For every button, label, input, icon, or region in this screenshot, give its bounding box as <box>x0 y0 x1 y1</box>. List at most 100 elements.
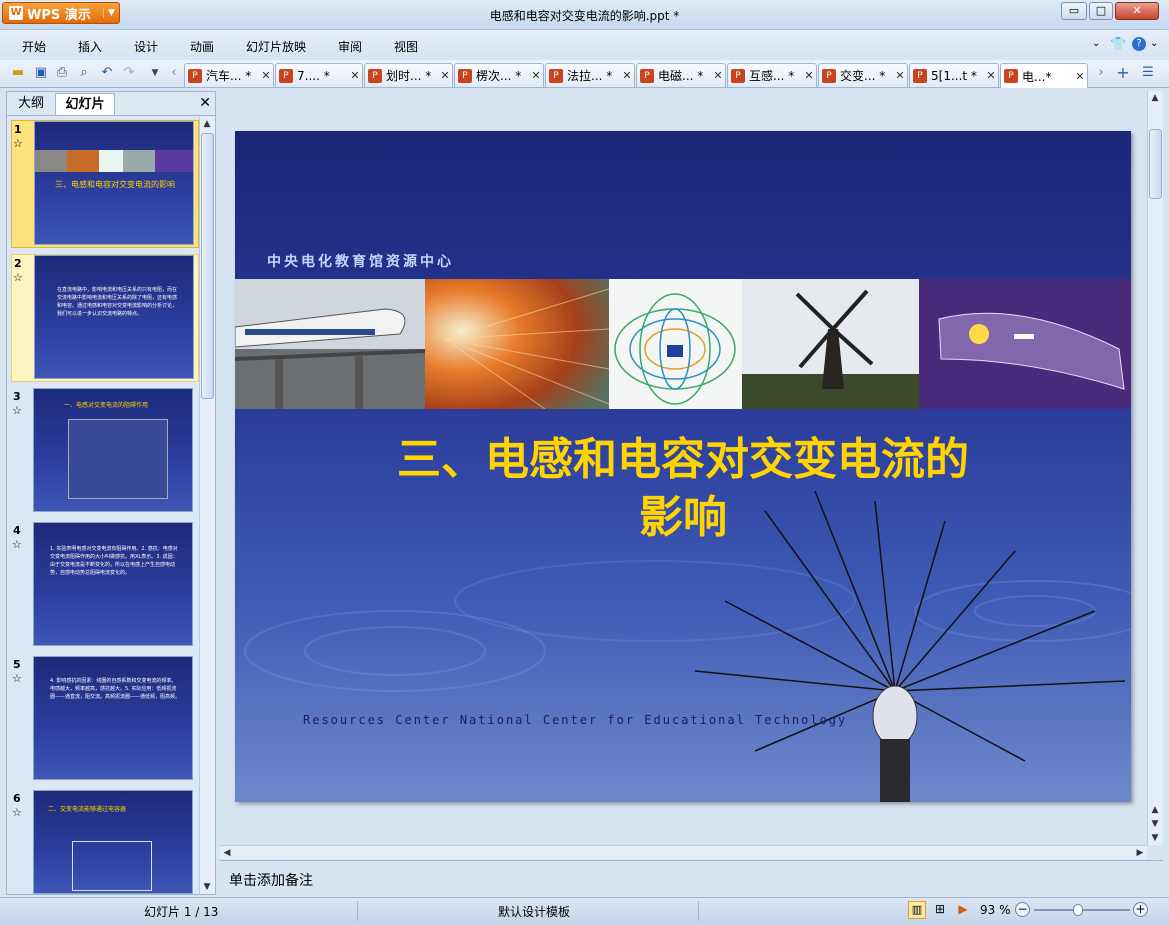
thumbnail-text: 4. 影响感抗的因素：线圈的自感系数和交变电流的频率。电感越大，频率越高，感抗越… <box>50 678 181 700</box>
slide-thumbnail[interactable]: 6 ☆ 二、交变电流能够通过电容器 <box>11 790 199 894</box>
close-tab-icon[interactable]: ✕ <box>259 69 273 82</box>
print-icon[interactable]: ⎙ <box>54 65 70 81</box>
close-tab-icon[interactable]: ✕ <box>438 69 452 82</box>
close-button[interactable]: ✕ <box>1115 2 1159 20</box>
slide-thumbnail[interactable]: 4 ☆ 1. 实验表明电感对交变电流有阻碍作用。2. 感抗：电感对交变电流阻碍作… <box>11 522 199 650</box>
menu-slideshow[interactable]: 幻灯片放映 <box>246 38 306 55</box>
menu-bar: 开始 插入 设计 动画 幻灯片放映 审阅 视图 ⌄ 👕 ? ⌄ <box>0 30 1169 60</box>
scroll-right-icon[interactable]: ▶ <box>1133 846 1147 860</box>
notes-pane[interactable]: 单击添加备注 <box>220 860 1163 894</box>
scroll-tabs-left-icon[interactable]: ‹ <box>166 65 182 81</box>
thumbnail-image: 4. 影响感抗的因素：线圈的自感系数和交变电流的频率。电感越大，频率越高，感抗越… <box>33 656 193 780</box>
menu-home[interactable]: 开始 <box>22 38 46 55</box>
ppt-file-icon: P <box>1004 69 1018 83</box>
star-icon: ☆ <box>13 271 23 284</box>
slides-panel: 大纲 幻灯片 ✕ 1 ☆ 三、电感和电容对交变电流的影响 2 ☆ 在直流电路中，… <box>6 91 216 895</box>
close-panel-icon[interactable]: ✕ <box>199 95 211 111</box>
slide-header-text: 中央电化教育馆资源中心 <box>267 254 454 270</box>
menu-design[interactable]: 设计 <box>134 38 158 55</box>
scrollbar-thumb[interactable] <box>1149 129 1162 199</box>
save-icon[interactable]: ▣ <box>33 65 49 81</box>
slide-number: 6 <box>13 792 21 805</box>
skin-icon[interactable]: 👕 <box>1110 37 1126 52</box>
current-slide[interactable]: 中央电化教育馆资源中心 三、电感和电容对交变电流的 影响 Resources C… <box>235 131 1131 802</box>
scroll-down-icon[interactable]: ▼ <box>1148 817 1162 831</box>
normal-view-icon[interactable]: ▥ <box>908 901 926 919</box>
scroll-down-icon[interactable]: ▼ <box>200 880 214 894</box>
doc-tab[interactable]: P 汽车... * ✕ <box>184 63 274 87</box>
ppt-file-icon: P <box>549 68 563 83</box>
optical-fiber-image <box>425 279 609 409</box>
slide-thumbnail[interactable]: 1 ☆ 三、电感和电容对交变电流的影响 <box>11 120 199 248</box>
zoom-in-icon[interactable]: + <box>1133 902 1148 917</box>
menu-insert[interactable]: 插入 <box>78 38 102 55</box>
undo-icon[interactable]: ↶ <box>99 65 115 81</box>
slide-thumbnail[interactable]: 3 ☆ 一、电感对交变电流的阻碍作用 <box>11 388 199 516</box>
doc-tab[interactable]: P 楞次... * ✕ <box>454 63 544 87</box>
slide-number: 1 <box>14 123 22 136</box>
thumbnail-image: 1. 实验表明电感对交变电流有阻碍作用。2. 感抗：电感对交变电流阻碍作用的大小… <box>33 522 193 646</box>
scroll-tabs-right-icon[interactable]: › <box>1093 65 1109 81</box>
close-tab-icon[interactable]: ✕ <box>893 69 907 82</box>
print-preview-icon[interactable]: ⌕ <box>76 65 92 81</box>
scroll-down-icon[interactable]: ▼ <box>1148 831 1162 845</box>
close-tab-icon[interactable]: ✕ <box>348 69 362 82</box>
slide-sorter-icon[interactable]: ⊞ <box>931 901 949 919</box>
menu-view[interactable]: 视图 <box>394 38 418 55</box>
scroll-up-icon[interactable]: ▲ <box>1148 803 1162 817</box>
thumbnail-text: 三、电感和电容对交变电流的影响 <box>55 180 175 189</box>
thumbnail-text: 一、电感对交变电流的阻碍作用 <box>64 402 149 409</box>
ppt-file-icon: P <box>640 68 654 83</box>
doc-tab[interactable]: P 5[1...t * ✕ <box>909 63 999 87</box>
close-tab-icon[interactable]: ✕ <box>802 69 816 82</box>
doc-tab[interactable]: P 7.... * ✕ <box>275 63 363 87</box>
close-tab-icon[interactable]: ✕ <box>620 69 634 82</box>
minimize-button[interactable]: ▭ <box>1061 2 1087 20</box>
tab-outline[interactable]: 大纲 <box>9 93 53 115</box>
doc-tab[interactable]: P 互感... * ✕ <box>727 63 817 87</box>
chevron-down-icon[interactable]: ⌄ <box>1150 38 1158 49</box>
menu-review[interactable]: 审阅 <box>338 38 362 55</box>
ppt-file-icon: P <box>188 68 202 83</box>
slide-counter: 幻灯片 1 / 13 <box>144 905 219 919</box>
open-folder-icon[interactable]: ▬ <box>10 65 26 81</box>
zoom-level[interactable]: 93 % <box>980 903 1011 917</box>
tab-slides[interactable]: 幻灯片 <box>55 93 115 115</box>
close-tab-icon[interactable]: ✕ <box>1073 70 1087 83</box>
zoom-slider-handle[interactable] <box>1073 904 1083 916</box>
tab-list-icon[interactable]: ☰ <box>1140 65 1156 81</box>
menu-animation[interactable]: 动画 <box>190 38 214 55</box>
slideshow-icon[interactable]: ▶ <box>954 901 972 919</box>
scroll-up-icon[interactable]: ▲ <box>1148 91 1162 105</box>
magnetic-field-lines-image <box>609 279 742 409</box>
doc-tab[interactable]: P 电磁... * ✕ <box>636 63 726 87</box>
thumbnails-scrollbar[interactable]: ▲ ▼ <box>199 117 215 894</box>
scroll-up-icon[interactable]: ▲ <box>200 117 214 131</box>
slide-thumbnail[interactable]: 5 ☆ 4. 影响感抗的因素：线圈的自感系数和交变电流的频率。电感越大，频率越高… <box>11 656 199 784</box>
close-tab-icon[interactable]: ✕ <box>529 69 543 82</box>
new-tab-icon[interactable]: + <box>1115 65 1131 81</box>
slide-number: 4 <box>13 524 21 537</box>
close-tab-icon[interactable]: ✕ <box>711 69 725 82</box>
doc-tab[interactable]: P 法拉... * ✕ <box>545 63 635 87</box>
slide-scrollbar[interactable]: ▲ ▲ ▼ ▼ <box>1147 91 1163 845</box>
doc-tab-active[interactable]: P 电...* ✕ <box>1000 63 1088 88</box>
doc-tab[interactable]: P 划时... * ✕ <box>364 63 453 87</box>
star-icon: ☆ <box>12 806 22 819</box>
close-tab-icon[interactable]: ✕ <box>984 69 998 82</box>
maximize-button[interactable]: □ <box>1089 2 1113 20</box>
divider <box>357 901 358 921</box>
scrollbar-thumb[interactable] <box>201 133 214 399</box>
slide-thumbnail[interactable]: 2 ☆ 在直流电路中，影响电流和电压关系的只有电阻，而在交流电路中影响电流和电压… <box>11 254 199 382</box>
doc-tab[interactable]: P 交变... * ✕ <box>818 63 908 87</box>
chevron-down-icon[interactable]: ⌄ <box>1092 38 1100 49</box>
customize-dropdown-icon[interactable]: ▼ <box>147 65 163 81</box>
help-icon[interactable]: ? <box>1132 37 1146 51</box>
scroll-left-icon[interactable]: ◀ <box>220 846 234 860</box>
redo-icon[interactable]: ↷ <box>121 65 137 81</box>
horizontal-scrollbar[interactable]: ◀ ▶ <box>220 845 1147 859</box>
star-icon: ☆ <box>13 137 23 150</box>
template-name: 默认设计模板 <box>498 905 571 919</box>
thumbnail-text: 二、交变电流能够通过电容器 <box>48 806 127 813</box>
zoom-out-icon[interactable]: − <box>1015 902 1030 917</box>
